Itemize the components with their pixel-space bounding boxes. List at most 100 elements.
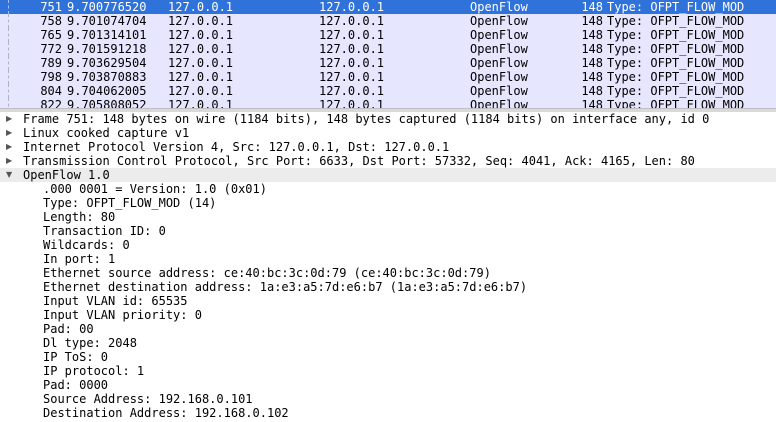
packet-dst-cell: 127.0.0.1 <box>319 0 385 14</box>
packet-no-cell: 765 <box>40 28 62 42</box>
detail-section-label: Internet Protocol Version 4, Src: 127.0.… <box>23 140 450 154</box>
packet-proto-cell: OpenFlow <box>470 0 528 14</box>
detail-field-label: Length: 80 <box>43 210 116 224</box>
packet-len-cell: 148 <box>581 70 603 84</box>
detail-section-label: Linux cooked capture v1 <box>23 126 190 140</box>
triangle-right-icon[interactable]: ▶ <box>6 126 16 140</box>
packet-time-cell: 9.705808052 <box>67 98 147 108</box>
detail-field-label: Input VLAN id: 65535 <box>43 294 188 308</box>
detail-field[interactable]: Dl type: 2048 <box>0 336 776 350</box>
detail-section[interactable]: ▶ Internet Protocol Version 4, Src: 127.0… <box>0 140 776 154</box>
detail-field-label: Input VLAN priority: 0 <box>43 308 202 322</box>
packet-len-cell: 148 <box>581 14 603 28</box>
triangle-down-icon[interactable]: ▼ <box>6 168 16 182</box>
detail-field-label: Ethernet destination address: 1a:e3:a5:7… <box>43 280 528 294</box>
packet-src-cell: 127.0.0.1 <box>168 0 234 14</box>
packet-time-cell: 9.701591218 <box>67 42 147 56</box>
packet-len-cell: 148 <box>581 84 603 98</box>
packet-proto-cell: OpenFlow <box>470 84 528 98</box>
packet-src-cell: 127.0.0.1 <box>168 56 234 70</box>
packet-dst-cell: 127.0.0.1 <box>319 84 385 98</box>
detail-field[interactable]: Source Address: 192.168.0.101 <box>0 392 776 406</box>
detail-field[interactable]: In port: 1 <box>0 252 776 266</box>
packet-dst-cell: 127.0.0.1 <box>319 70 385 84</box>
packet-info-cell: Type: OFPT_FLOW_MOD <box>607 70 745 84</box>
detail-section-label: OpenFlow 1.0 <box>23 168 110 182</box>
packet-row[interactable]: 798 9.703870883 127.0.0.1 127.0.0.1 OpenFlow… <box>0 70 776 84</box>
row-gutter-line <box>8 84 10 98</box>
detail-field-label: .000 0001 = Version: 1.0 (0x01) <box>43 182 267 196</box>
packet-src-cell: 127.0.0.1 <box>168 70 234 84</box>
packet-row[interactable]: 765 9.701314101 127.0.0.1 127.0.0.1 OpenFlow… <box>0 28 776 42</box>
detail-field[interactable]: Ethernet source address: ce:40:bc:3c:0d:… <box>0 266 776 280</box>
packet-src-cell: 127.0.0.1 <box>168 28 234 42</box>
packet-row[interactable]: 789 9.703629504 127.0.0.1 127.0.0.1 OpenFlow… <box>0 56 776 70</box>
detail-field[interactable]: Type: OFPT_FLOW_MOD (14) <box>0 196 776 210</box>
detail-field-label: Dl type: 2048 <box>43 336 137 350</box>
detail-field[interactable]: Ethernet destination address: 1a:e3:a5:7… <box>0 280 776 294</box>
triangle-right-icon[interactable]: ▶ <box>6 140 16 154</box>
detail-section[interactable]: ▶ Frame 751: 148 bytes on wire (1184 bits… <box>0 112 776 126</box>
packet-len-cell: 148 <box>581 28 603 42</box>
packet-len-cell: 148 <box>581 42 603 56</box>
detail-field[interactable]: Length: 80 <box>0 210 776 224</box>
packet-info-cell: Type: OFPT_FLOW_MOD <box>607 0 745 14</box>
packet-row[interactable]: 804 9.704062005 127.0.0.1 127.0.0.1 OpenFlow… <box>0 84 776 98</box>
packet-len-cell: 148 <box>581 98 603 108</box>
triangle-right-icon[interactable]: ▶ <box>6 154 16 168</box>
packet-dst-cell: 127.0.0.1 <box>319 98 385 108</box>
packet-dst-cell: 127.0.0.1 <box>319 42 385 56</box>
packet-src-cell: 127.0.0.1 <box>168 98 234 108</box>
packet-row[interactable]: 822 9.705808052 127.0.0.1 127.0.0.1 OpenFlow… <box>0 98 776 108</box>
detail-field[interactable]: Transaction ID: 0 <box>0 224 776 238</box>
detail-field[interactable]: Pad: 0000 <box>0 378 776 392</box>
detail-field[interactable]: Wildcards: 0 <box>0 238 776 252</box>
packet-no-cell: 758 <box>40 14 62 28</box>
packet-src-cell: 127.0.0.1 <box>168 84 234 98</box>
detail-section-label: Frame 751: 148 bytes on wire (1184 bits)… <box>23 112 710 126</box>
packet-proto-cell: OpenFlow <box>470 70 528 84</box>
row-gutter-line <box>8 56 10 70</box>
packet-list[interactable]: 751 9.700776520 127.0.0.1 127.0.0.1 OpenFlow… <box>0 0 776 108</box>
packet-time-cell: 9.700776520 <box>67 0 147 14</box>
packet-time-cell: 9.703870883 <box>67 70 147 84</box>
detail-field[interactable]: IP protocol: 1 <box>0 364 776 378</box>
packet-proto-cell: OpenFlow <box>470 42 528 56</box>
packet-time-cell: 9.701074704 <box>67 14 147 28</box>
packet-proto-cell: OpenFlow <box>470 98 528 108</box>
packet-row[interactable]: 772 9.701591218 127.0.0.1 127.0.0.1 OpenFlow… <box>0 42 776 56</box>
row-gutter-line <box>8 14 10 28</box>
detail-field-label: Pad: 0000 <box>43 378 109 392</box>
packet-row[interactable]: 758 9.701074704 127.0.0.1 127.0.0.1 OpenFlow… <box>0 14 776 28</box>
detail-field[interactable]: .000 0001 = Version: 1.0 (0x01) <box>0 182 776 196</box>
packet-info-cell: Type: OFPT_FLOW_MOD <box>607 42 745 56</box>
detail-field[interactable]: Destination Address: 192.168.0.102 <box>0 406 776 420</box>
packet-row-selected[interactable]: 751 9.700776520 127.0.0.1 127.0.0.1 OpenFlow… <box>0 0 776 14</box>
packet-no-cell: 798 <box>40 70 62 84</box>
detail-field[interactable]: Input VLAN id: 65535 <box>0 294 776 308</box>
detail-field[interactable]: Input VLAN priority: 0 <box>0 308 776 322</box>
detail-field[interactable]: IP ToS: 0 <box>0 350 776 364</box>
row-gutter-line <box>8 70 10 84</box>
packet-dst-cell: 127.0.0.1 <box>319 28 385 42</box>
packet-len-cell: 148 <box>581 0 603 14</box>
row-gutter-line <box>8 42 10 56</box>
detail-section[interactable]: ▶ Linux cooked capture v1 <box>0 126 776 140</box>
packet-details-tree[interactable]: ▶ Frame 751: 148 bytes on wire (1184 bits… <box>0 112 776 422</box>
packet-time-cell: 9.703629504 <box>67 56 147 70</box>
packet-info-cell: Type: OFPT_FLOW_MOD <box>607 84 745 98</box>
row-gutter-line <box>8 28 10 42</box>
packet-len-cell: 148 <box>581 56 603 70</box>
packet-info-cell: Type: OFPT_FLOW_MOD <box>607 14 745 28</box>
packet-src-cell: 127.0.0.1 <box>168 14 234 28</box>
detail-field-label: Pad: 00 <box>43 322 94 336</box>
detail-field-label: Type: OFPT_FLOW_MOD (14) <box>43 196 217 210</box>
detail-field[interactable]: Pad: 00 <box>0 322 776 336</box>
detail-section[interactable]: ▼ OpenFlow 1.0 <box>0 168 776 182</box>
triangle-right-icon[interactable]: ▶ <box>6 112 16 126</box>
detail-field-label: Ethernet source address: ce:40:bc:3c:0d:… <box>43 266 491 280</box>
detail-field-label: Source Address: 192.168.0.101 <box>43 392 253 406</box>
detail-field-label: Wildcards: 0 <box>43 238 130 252</box>
detail-section[interactable]: ▶ Transmission Control Protocol, Src Port… <box>0 154 776 168</box>
packet-no-cell: 804 <box>40 84 62 98</box>
